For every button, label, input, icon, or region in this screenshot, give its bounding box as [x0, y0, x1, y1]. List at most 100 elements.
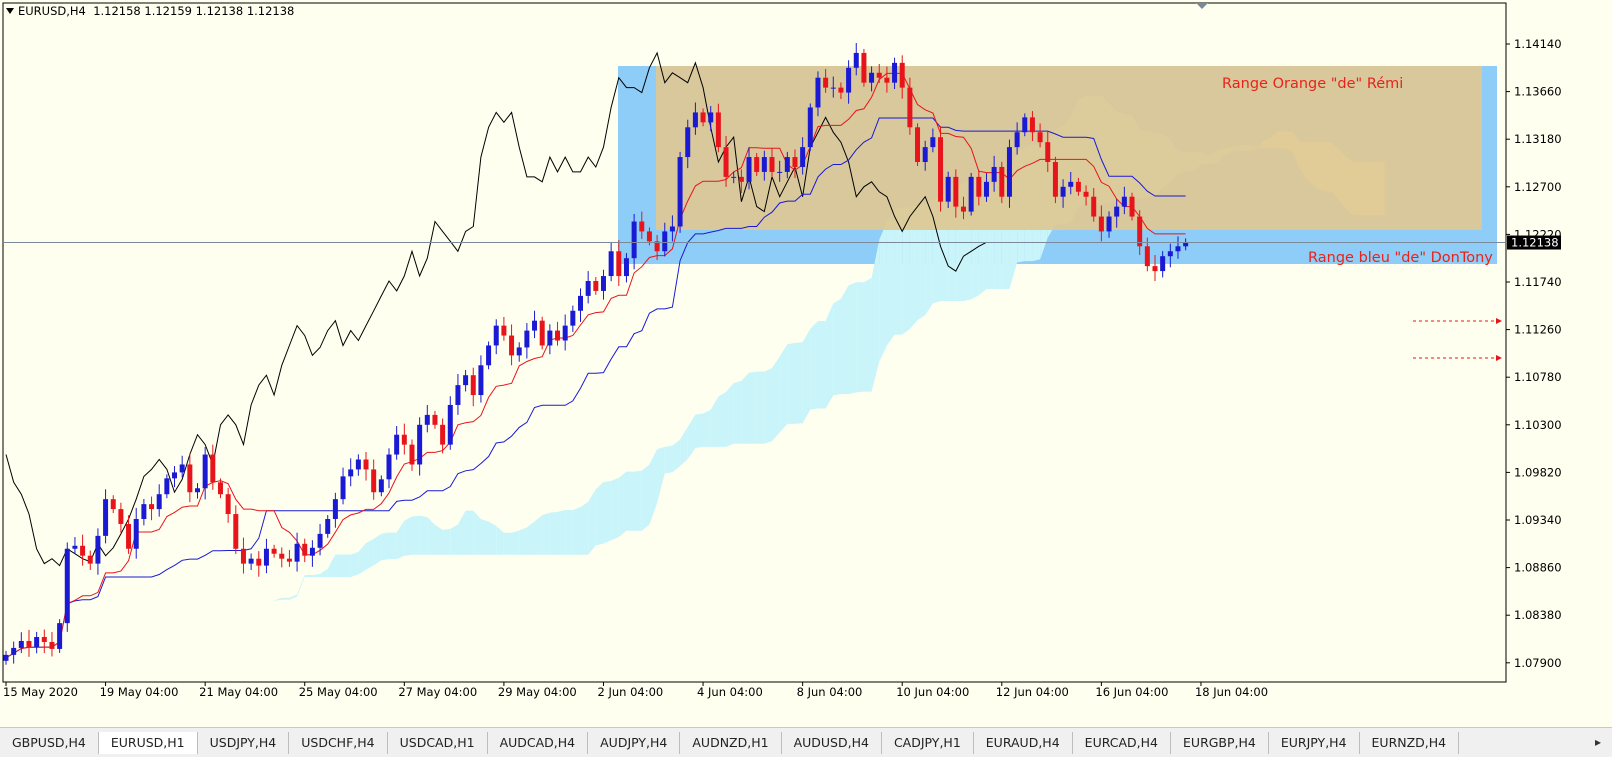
candle-body — [87, 555, 93, 564]
kumo-segment — [695, 413, 704, 449]
candle-body — [524, 330, 530, 348]
candle-body — [118, 509, 124, 524]
tab-eurjpy-h4[interactable]: EURJPY,H4 — [1269, 731, 1360, 754]
candle-body — [486, 345, 492, 366]
kumo-segment — [810, 321, 818, 410]
candle-body — [623, 258, 629, 277]
kumo-segment — [664, 445, 673, 474]
x-tick-label: 19 May 04:00 — [100, 685, 179, 699]
symbol-tabs-bar: GBPUSD,H4 EURUSD,H1 USDJPY,H4 USDCHF,H4 USDC… — [0, 727, 1612, 757]
kumo-segment — [626, 471, 635, 531]
candle-body — [539, 320, 545, 346]
candle-body — [424, 414, 430, 425]
candle-body — [432, 414, 438, 425]
candle-body — [1060, 186, 1066, 197]
x-tick-label: 27 May 04:00 — [398, 685, 477, 699]
candle-body — [256, 558, 262, 566]
kumo-segment — [304, 574, 313, 578]
candle-body — [578, 295, 583, 311]
y-tick-label: 1.10780 — [1514, 370, 1562, 384]
candle-body — [562, 325, 568, 341]
tab-audjpy-h4[interactable]: AUDJPY,H4 — [588, 731, 681, 754]
y-tick-label: 1.11260 — [1514, 323, 1562, 337]
candle-body — [240, 548, 246, 564]
orange-range-annotation: Range Orange "de" Rémi — [1222, 76, 1404, 92]
tab-audcad-h4[interactable]: AUDCAD,H4 — [488, 731, 589, 754]
kumo-segment — [603, 480, 612, 544]
tab-eurgbp-h4[interactable]: EURGBP,H4 — [1171, 731, 1269, 754]
candle-body — [846, 67, 852, 93]
tab-usdjpy-h4[interactable]: USDJPY,H4 — [198, 731, 290, 754]
candle-body — [1037, 132, 1043, 143]
tab-eurusd-h1[interactable]: EURUSD,H1 — [98, 731, 198, 754]
candle-body — [754, 157, 760, 172]
tab-euraud-h4[interactable]: EURAUD,H4 — [974, 731, 1073, 754]
candle-body — [378, 479, 384, 493]
blue-range-annotation: Range bleu "de" DonTony — [1308, 250, 1493, 266]
price-chart[interactable]: 1.141401.136601.131801.127001.122201.117… — [0, 0, 1612, 727]
tab-usdchf-h4[interactable]: USDCHF,H4 — [289, 731, 388, 754]
kumo-segment — [580, 501, 589, 555]
candle-body — [976, 176, 982, 197]
candle-body — [677, 157, 683, 227]
candle-body — [309, 547, 315, 556]
kumo-segment — [465, 510, 474, 555]
y-tick-label: 1.08860 — [1514, 561, 1562, 575]
kumo-segment — [572, 507, 581, 555]
candle-body — [532, 320, 538, 331]
candle-body — [700, 112, 706, 123]
candle-body — [1106, 216, 1112, 232]
kumo-segment — [817, 321, 826, 409]
kumo-segment — [534, 515, 543, 555]
y-tick-label: 1.07900 — [1514, 656, 1562, 670]
kumo-segment — [749, 371, 757, 444]
candle-body — [692, 112, 698, 128]
candle-body — [608, 251, 614, 277]
tab-audnzd-h1[interactable]: AUDNZD,H1 — [680, 731, 782, 754]
dropdown-triangle-icon[interactable] — [6, 8, 14, 14]
tab-gbpusd-h4[interactable]: GBPUSD,H4 — [0, 731, 99, 754]
kumo-segment — [794, 342, 803, 424]
y-tick-label: 1.09820 — [1514, 465, 1562, 479]
candle-body — [516, 347, 522, 356]
candle-body — [555, 330, 561, 341]
y-tick-label: 1.14140 — [1514, 37, 1562, 51]
candle-body — [509, 335, 515, 356]
candle-body — [103, 499, 109, 536]
candle-body — [217, 482, 223, 495]
chart-area[interactable]: 1.14140 1.13660 1.13180 1.12700 1.12220 1.117… — [0, 0, 1612, 727]
candle-body — [945, 176, 951, 202]
tab-usdcad-h1[interactable]: USDCAD,H1 — [388, 731, 488, 754]
y-tick-label: 1.11740 — [1514, 275, 1562, 289]
candle-body — [493, 325, 499, 346]
candle-body — [401, 434, 407, 445]
arrow-right-icon[interactable]: ▸ — [1590, 734, 1606, 750]
candle-body — [141, 504, 147, 520]
candle-body — [876, 72, 882, 78]
candle-body — [41, 637, 47, 642]
candle-body — [616, 251, 622, 277]
kumo-segment — [863, 277, 872, 392]
tab-eurnzd-h4[interactable]: EURNZD,H4 — [1360, 731, 1460, 754]
candle-body — [1029, 117, 1035, 133]
x-tick-label: 16 Jun 04:00 — [1095, 685, 1168, 699]
candle-body — [447, 404, 453, 445]
candle-body — [3, 654, 9, 661]
tab-cadjpy-h1[interactable]: CADJPY,H1 — [882, 731, 974, 754]
candle-body — [907, 87, 913, 128]
tab-eurcad-h4[interactable]: EURCAD,H4 — [1073, 731, 1172, 754]
tab-audusd-h4[interactable]: AUDUSD,H4 — [782, 731, 882, 754]
candle-body — [1006, 147, 1012, 197]
candle-body — [1045, 142, 1051, 163]
candle-body — [172, 472, 178, 479]
candle-body — [271, 548, 277, 554]
kumo-segment — [511, 530, 520, 555]
kumo-segment — [335, 554, 344, 578]
kumo-segment — [833, 298, 841, 396]
candle-body — [861, 52, 867, 83]
ohlc-label: 1.12158 1.12159 1.12138 1.12138 — [93, 4, 295, 18]
kumo-segment — [825, 303, 834, 409]
candle-body — [815, 77, 821, 108]
candle-body — [11, 647, 17, 655]
candle-body — [662, 231, 668, 252]
